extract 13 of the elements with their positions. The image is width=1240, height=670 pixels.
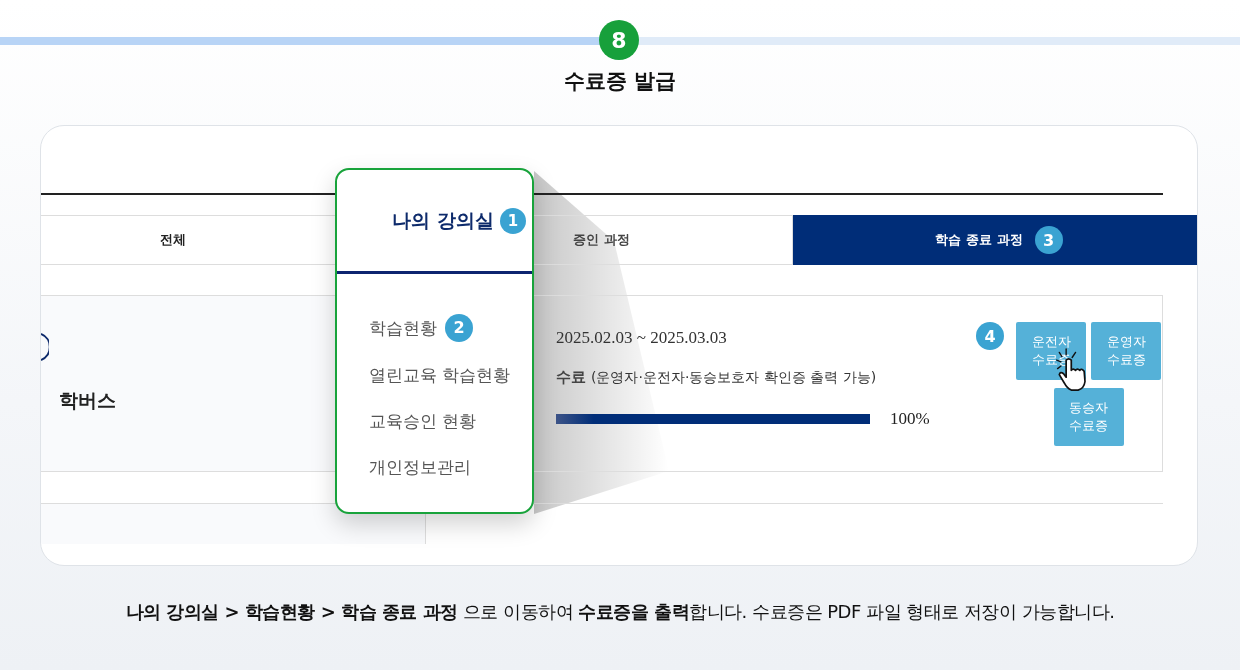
step-title: 수료증 발급 bbox=[563, 68, 677, 95]
instruction-text: 나의 강의실 > 학습현황 > 학습 종료 과정 으로 이동하여 수료증을 출력합니다. 수료증은 PDF 파일 형태로 저장이 가능합니다. bbox=[125, 600, 1115, 624]
step-number-badge: 8 bbox=[599, 20, 639, 60]
status-label: 수료 bbox=[556, 368, 586, 387]
number-badge: 3 bbox=[1034, 226, 1063, 254]
number-badge: 2 bbox=[445, 314, 473, 342]
course-title: 학버스 bbox=[59, 388, 116, 413]
menu-title: 나의 강의실 bbox=[392, 207, 494, 233]
course-period: 2025.02.03 ~ 2025.03.03 bbox=[556, 328, 727, 348]
number-badge: 1 bbox=[500, 207, 526, 234]
number-badge: 4 bbox=[976, 322, 1004, 350]
status-note: (운영자·운전자·동승보호자 확인증 출력 가능) bbox=[591, 369, 877, 387]
progress-percent: 100% bbox=[890, 409, 930, 429]
